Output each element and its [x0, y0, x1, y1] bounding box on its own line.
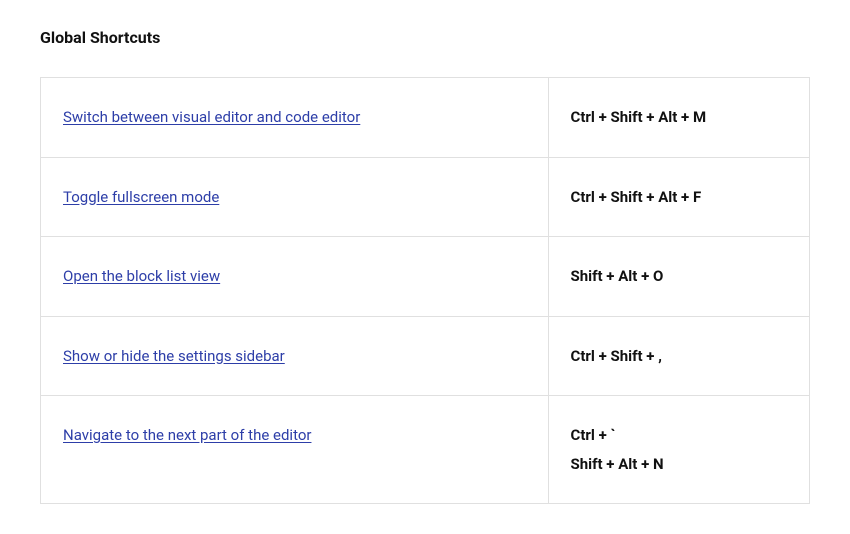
shortcut-description-link[interactable]: Navigate to the next part of the editor [63, 426, 311, 444]
table-row: Open the block list view Shift + Alt + O [41, 237, 810, 317]
key-combo: Shift + Alt + O [571, 265, 787, 288]
shortcut-description-link[interactable]: Show or hide the settings sidebar [63, 347, 285, 365]
key-combo: Shift + Alt + N [571, 453, 787, 476]
shortcut-keys: Shift + Alt + O [548, 237, 809, 317]
table-row: Switch between visual editor and code ed… [41, 78, 810, 158]
shortcut-keys: Ctrl + Shift + , [548, 316, 809, 396]
table-row: Show or hide the settings sidebar Ctrl +… [41, 316, 810, 396]
shortcut-keys: Ctrl + ` Shift + Alt + N [548, 396, 809, 504]
shortcut-description-link[interactable]: Open the block list view [63, 267, 220, 285]
shortcut-keys: Ctrl + Shift + Alt + M [548, 78, 809, 158]
table-row: Navigate to the next part of the editor … [41, 396, 810, 504]
shortcut-description-link[interactable]: Switch between visual editor and code ed… [63, 108, 360, 126]
table-row: Toggle fullscreen mode Ctrl + Shift + Al… [41, 157, 810, 237]
key-combo: Ctrl + ` [571, 424, 787, 447]
shortcuts-table: Switch between visual editor and code ed… [40, 77, 810, 504]
key-combo: Ctrl + Shift + Alt + M [571, 106, 787, 129]
shortcut-description-link[interactable]: Toggle fullscreen mode [63, 188, 219, 206]
key-combo: Ctrl + Shift + , [571, 345, 787, 368]
section-title: Global Shortcuts [40, 28, 810, 47]
shortcut-keys: Ctrl + Shift + Alt + F [548, 157, 809, 237]
key-combo: Ctrl + Shift + Alt + F [571, 186, 787, 209]
